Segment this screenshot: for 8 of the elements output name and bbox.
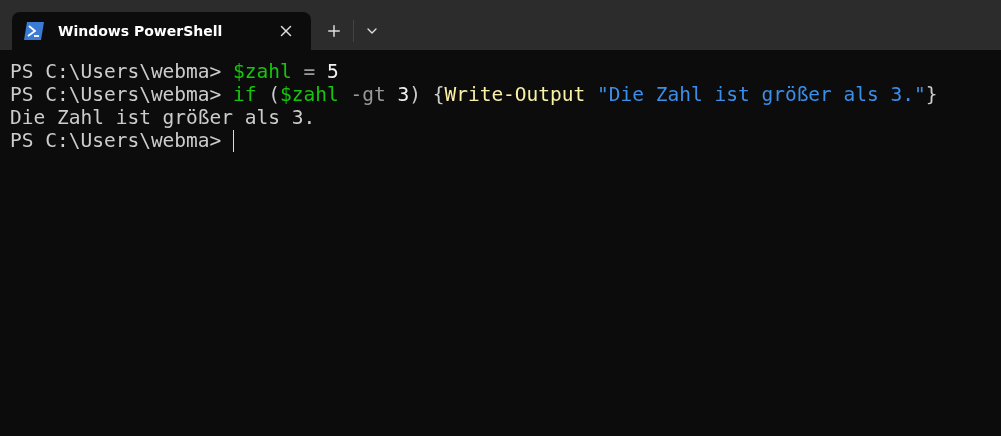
terminal-line: Die Zahl ist größer als 3.	[10, 106, 316, 129]
terminal-tab[interactable]: Windows PowerShell	[12, 12, 311, 50]
tab-title: Windows PowerShell	[58, 23, 224, 39]
powershell-icon	[24, 22, 44, 40]
terminal-line: PS C:\Users\webma>	[10, 129, 223, 152]
terminal-line: PS C:\Users\webma> $zahl = 5	[10, 60, 339, 83]
terminal-line: PS C:\Users\webma> if ($zahl -gt 3) {Write-Output "Die Zahl ist größer als 3."}	[10, 83, 938, 106]
plus-icon	[325, 22, 343, 40]
